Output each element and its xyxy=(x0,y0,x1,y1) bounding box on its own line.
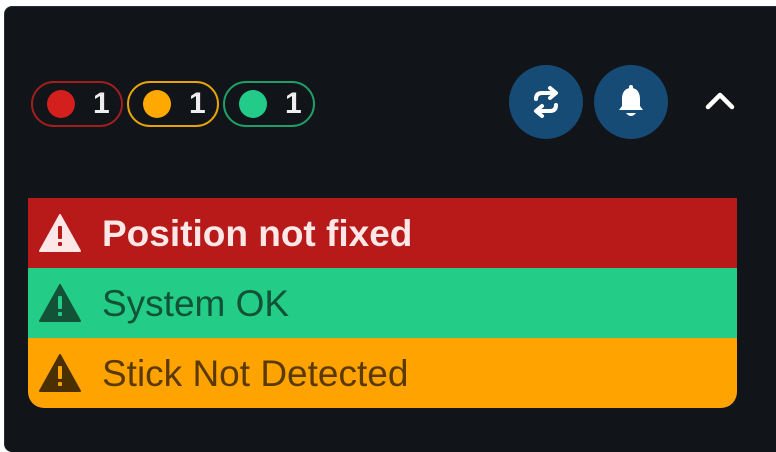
alert-text: Stick Not Detected xyxy=(102,352,409,394)
alert-system-ok[interactable]: System OK xyxy=(28,268,737,338)
ok-count-badge[interactable]: 1 xyxy=(223,81,315,127)
bell-icon xyxy=(619,85,643,116)
sync-button[interactable] xyxy=(509,65,583,139)
alert-text: System OK xyxy=(102,282,290,324)
ok-count: 1 xyxy=(285,87,302,120)
red-dot-icon xyxy=(47,90,75,118)
alert-position-not-fixed[interactable]: Position not fixed xyxy=(28,198,737,268)
warning-triangle-icon xyxy=(38,283,82,323)
alert-stick-not-detected[interactable]: Stick Not Detected xyxy=(28,338,737,408)
green-dot-icon xyxy=(239,90,267,118)
sync-icon xyxy=(534,86,558,118)
yellow-dot-icon xyxy=(143,90,171,118)
chevron-up-icon xyxy=(705,92,735,110)
error-count-badge[interactable]: 1 xyxy=(31,81,123,127)
notifications-button[interactable] xyxy=(594,65,668,139)
warning-count: 1 xyxy=(189,87,206,120)
error-count: 1 xyxy=(93,87,110,120)
warning-count-badge[interactable]: 1 xyxy=(127,81,219,127)
collapse-button[interactable] xyxy=(697,81,743,121)
alert-text: Position not fixed xyxy=(102,212,413,254)
warning-triangle-icon xyxy=(38,213,82,253)
warning-triangle-icon xyxy=(38,353,82,393)
status-counters: 1 1 1 xyxy=(31,81,315,127)
alert-list: Position not fixed System OK Stick Not D… xyxy=(28,198,737,408)
